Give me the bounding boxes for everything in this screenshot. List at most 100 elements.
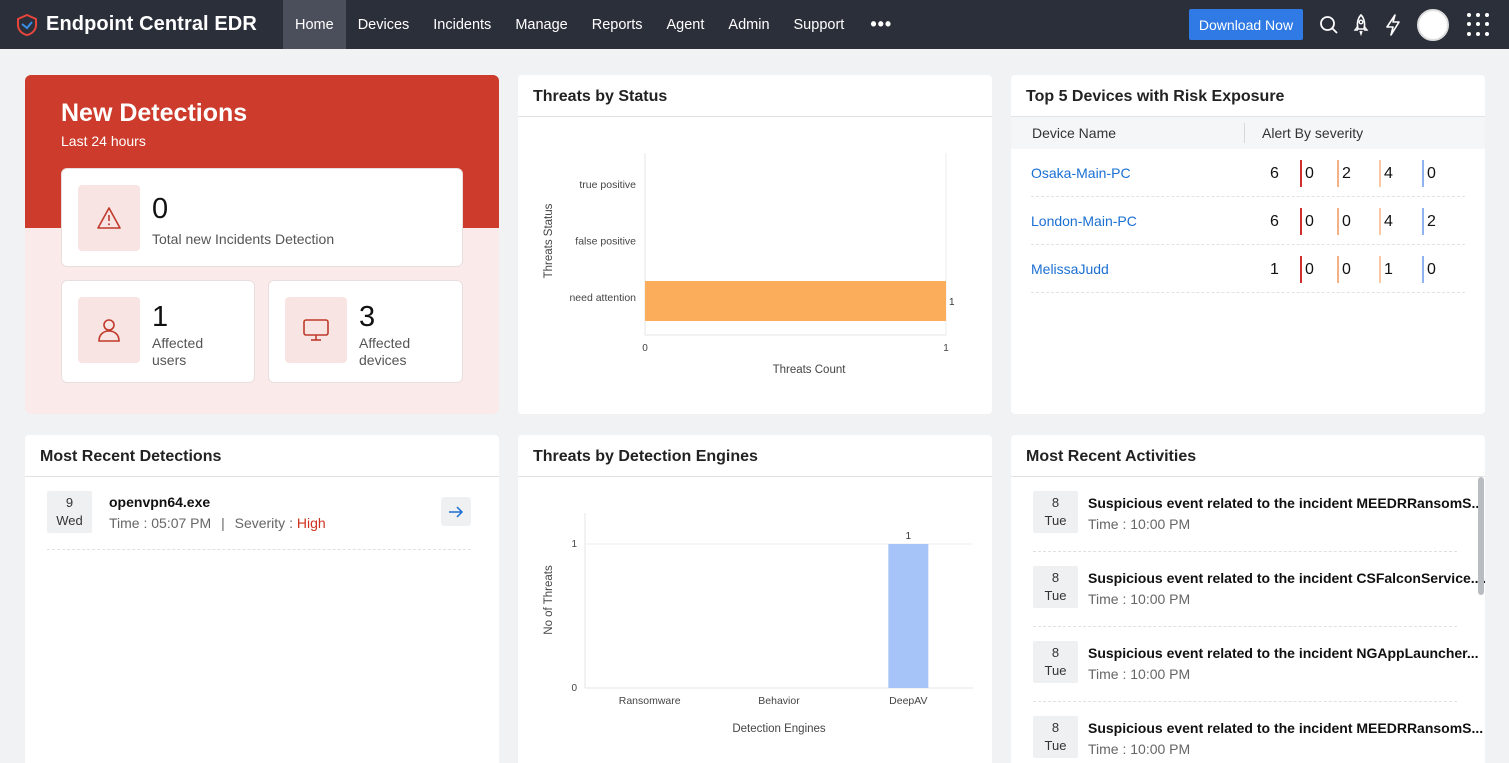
activity-title: Suspicious event related to the incident… <box>1088 645 1479 661</box>
affected-users-label-2: users <box>152 352 187 368</box>
date-badge: 8 Tue <box>1033 566 1078 608</box>
x-axis-title: Threats Count <box>773 364 847 376</box>
affected-users-box[interactable]: 1 Affected users <box>61 280 255 383</box>
download-now-button[interactable]: Download Now <box>1189 9 1303 40</box>
data-label: 1 <box>906 531 912 542</box>
table-row: London-Main-PC 6 0 0 4 2 <box>1031 197 1465 245</box>
user-avatar[interactable] <box>1417 8 1449 41</box>
recent-detections-title: Most Recent Detections <box>25 435 499 477</box>
top5-devices-card: Top 5 Devices with Risk Exposure Device … <box>1011 75 1485 414</box>
category-label: Behavior <box>758 695 800 707</box>
affected-devices-label-1: Affected <box>359 335 411 351</box>
data-label: 1 <box>949 297 955 308</box>
lightning-icon[interactable] <box>1377 0 1409 49</box>
device-name-link[interactable]: MelissaJudd <box>1031 261 1109 277</box>
detection-engines-title: Threats by Detection Engines <box>518 435 992 477</box>
recent-detections-card: Most Recent Detections 9 Wed openvpn64.e… <box>25 435 499 763</box>
activity-scrollbar[interactable] <box>1478 477 1484 595</box>
activity-time: Time : 10:00 PM <box>1088 741 1191 757</box>
date-badge: 8 Tue <box>1033 491 1078 533</box>
severity-count: 0 <box>1342 213 1351 230</box>
nav-support[interactable]: Support <box>782 0 857 49</box>
new-detections-subtitle: Last 24 hours <box>61 133 146 149</box>
user-icon <box>78 297 140 363</box>
top5-table-header: Device Name Alert By severity <box>1011 117 1485 149</box>
x-axis-title: Detection Engines <box>732 723 826 735</box>
col-device-name: Device Name <box>1032 125 1117 141</box>
list-item[interactable]: 8 Tue Suspicious event related to the inci… <box>1033 627 1479 702</box>
tick-label: 0 <box>642 343 648 354</box>
device-name-link[interactable]: London-Main-PC <box>1031 213 1137 229</box>
list-item[interactable]: 8 Tue Suspicious event related to the inci… <box>1033 477 1483 552</box>
severity-count: 4 <box>1384 213 1393 230</box>
activity-time: Time : 10:00 PM <box>1088 666 1191 682</box>
category-label: need attention <box>569 292 636 304</box>
recent-activities-card: Most Recent Activities 8 Tue Suspicious ev… <box>1011 435 1485 763</box>
shield-logo-icon <box>17 13 37 36</box>
affected-users-count: 1 <box>152 301 169 333</box>
affected-devices-box[interactable]: 3 Affected devices <box>268 280 463 383</box>
severity-count: 1 <box>1384 261 1393 278</box>
nav-devices[interactable]: Devices <box>346 0 422 49</box>
brand[interactable]: Endpoint Central EDR <box>0 13 283 36</box>
affected-devices-label-2: devices <box>359 352 407 368</box>
date-badge: 8 Tue <box>1033 641 1078 683</box>
severity-count: 0 <box>1305 261 1314 278</box>
detection-engines-chart: 0 1 Ransomware Behavior DeepAV 1 Detection Eng… <box>543 513 973 735</box>
recent-activities-title: Most Recent Activities <box>1011 435 1485 477</box>
incidents-label: Total new Incidents Detection <box>152 231 335 247</box>
open-detection-arrow-icon[interactable] <box>441 497 471 526</box>
nav-manage[interactable]: Manage <box>503 0 579 49</box>
nav-more-icon[interactable]: ••• <box>856 0 906 49</box>
search-icon[interactable] <box>1313 0 1345 49</box>
tick-label: 1 <box>943 343 949 354</box>
monitor-icon <box>285 297 347 363</box>
affected-devices-count: 3 <box>359 301 376 333</box>
severity-count: 6 <box>1270 165 1279 182</box>
detection-engines-card: Threats by Detection Engines 0 1 Ransomwar… <box>518 435 992 763</box>
severity-count: 0 <box>1305 165 1314 182</box>
top-right-actions: Download Now <box>1189 0 1509 49</box>
rocket-icon[interactable] <box>1345 0 1377 49</box>
list-item[interactable]: 8 Tue Suspicious event related to the inci… <box>1033 702 1483 763</box>
severity-count: 4 <box>1384 165 1393 182</box>
top5-devices-title: Top 5 Devices with Risk Exposure <box>1011 75 1485 117</box>
new-detections-title: New Detections <box>61 99 248 127</box>
activity-time: Time : 10:00 PM <box>1088 516 1191 532</box>
nav-agent[interactable]: Agent <box>655 0 717 49</box>
bar <box>888 544 929 688</box>
list-item[interactable]: 9 Wed openvpn64.exe Time : 05:07 PM | Se… <box>47 477 471 550</box>
severity-count: 0 <box>1427 165 1436 182</box>
date-badge: 9 Wed <box>47 491 92 533</box>
app-title: Endpoint Central EDR <box>46 13 257 35</box>
activity-time: Time : 10:00 PM <box>1088 591 1191 607</box>
y-axis-title: No of Threats <box>543 565 555 635</box>
detection-name: openvpn64.exe <box>109 494 211 510</box>
nav-home[interactable]: Home <box>283 0 346 49</box>
detection-meta: Time : 05:07 PM | Severity : High <box>109 515 326 531</box>
list-item[interactable]: 8 Tue Suspicious event related to the inci… <box>1033 552 1485 627</box>
activity-title: Suspicious event related to the incident… <box>1088 495 1484 511</box>
apps-grid-icon[interactable] <box>1467 12 1491 37</box>
activity-title: Suspicious event related to the incident… <box>1088 570 1485 586</box>
affected-users-label-1: Affected <box>152 335 204 351</box>
table-row: MelissaJudd 1 0 0 1 0 <box>1031 245 1465 293</box>
threats-by-status-card: Threats by Status true positive false pos… <box>518 75 992 414</box>
category-label: true positive <box>579 179 636 191</box>
nav-admin[interactable]: Admin <box>716 0 781 49</box>
device-name-link[interactable]: Osaka-Main-PC <box>1031 165 1131 181</box>
top-navigation-bar: Endpoint Central EDR Home Devices Incide… <box>0 0 1509 49</box>
warning-icon <box>78 185 140 251</box>
severity-count: 0 <box>1342 261 1351 278</box>
category-label: false positive <box>575 236 636 248</box>
tick-label: 1 <box>571 539 577 550</box>
severity-count: 2 <box>1342 165 1351 182</box>
nav-reports[interactable]: Reports <box>580 0 655 49</box>
nav-incidents[interactable]: Incidents <box>421 0 503 49</box>
activity-title: Suspicious event related to the incident… <box>1088 720 1484 736</box>
severity-count: 0 <box>1427 261 1436 278</box>
incidents-summary-box[interactable]: 0 Total new Incidents Detection <box>61 168 463 267</box>
table-row: Osaka-Main-PC 6 0 2 4 0 <box>1031 149 1465 197</box>
incidents-count: 0 <box>152 193 169 225</box>
category-label: Ransomware <box>619 695 681 707</box>
